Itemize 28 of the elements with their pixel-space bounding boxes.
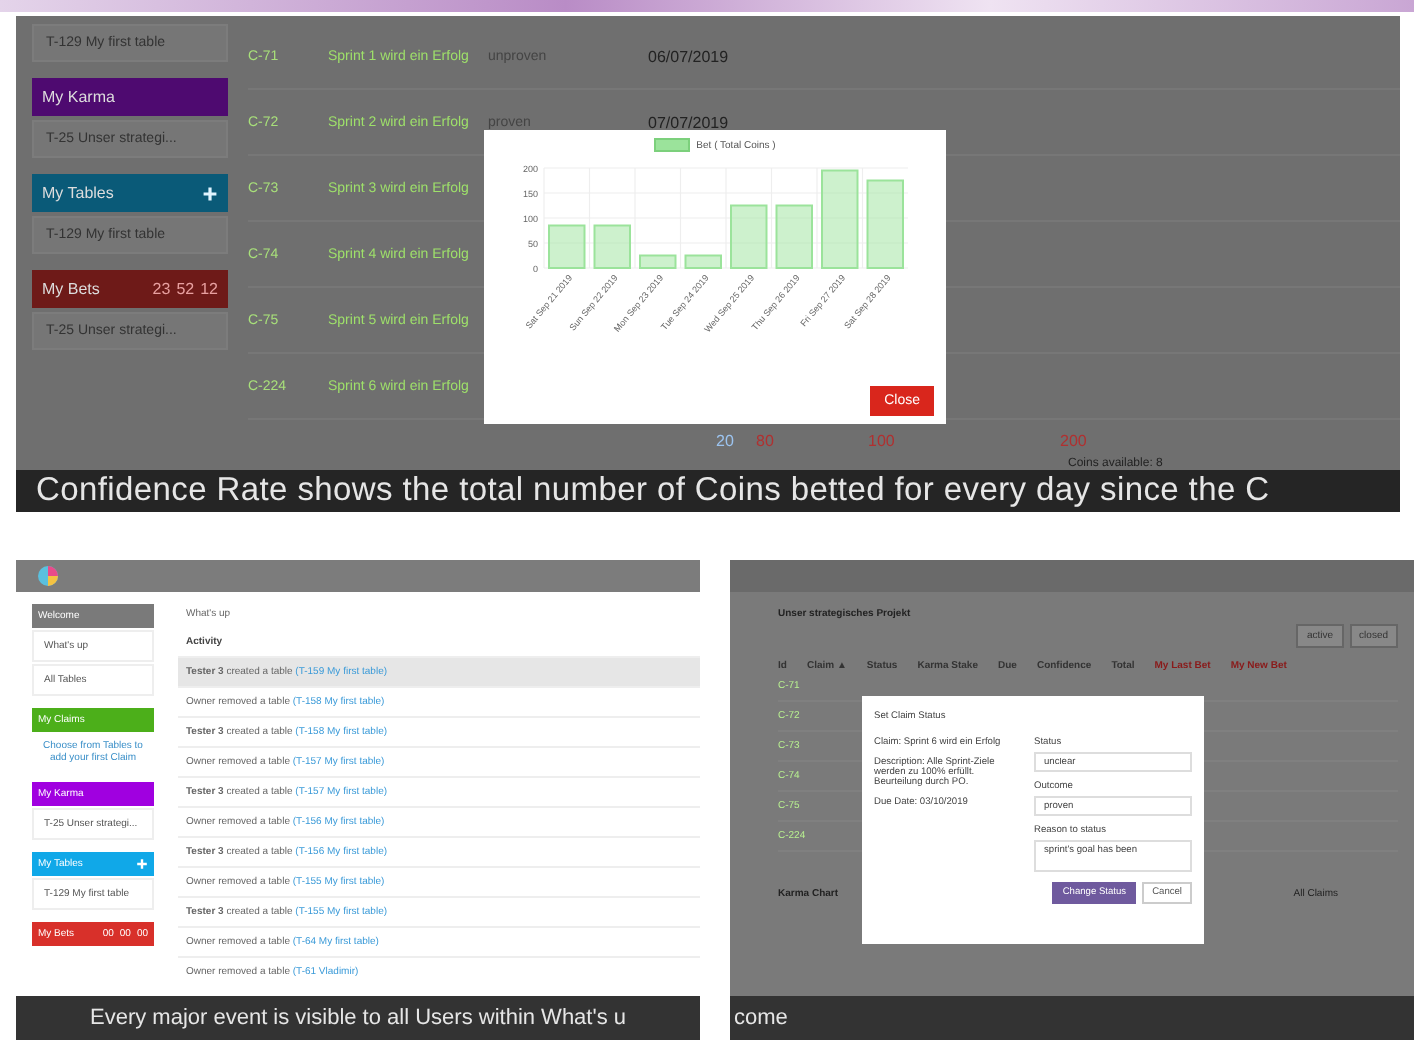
bar — [684, 254, 722, 269]
due-date: 06/07/2019 — [648, 47, 729, 65]
timer-digits: 12 — [200, 280, 218, 298]
bar — [639, 254, 677, 269]
bar — [548, 224, 586, 269]
sidebar-header-label: My Bets — [42, 280, 100, 298]
logo-icon — [36, 564, 60, 588]
caption-text: Confidence Rate shows the total number of Coins betted for every day since the C — [16, 470, 1400, 512]
due-date: 07/07/2019 — [648, 113, 729, 131]
sidebar-header[interactable]: My Tables — [32, 174, 228, 212]
bar — [593, 224, 631, 269]
caption-text: come — [730, 996, 1414, 1040]
caption-text: Every major event is visible to all Users within What's u — [16, 996, 700, 1040]
bar — [775, 204, 813, 269]
sidebar-header[interactable]: My Bets 23 52 12 — [32, 270, 228, 308]
bet-value: 80 — [756, 432, 776, 450]
bar — [730, 204, 768, 269]
timer-digits: 52 — [176, 280, 195, 298]
bet-value: 20 — [716, 432, 736, 450]
sidebar-header-label: My Karma — [42, 88, 115, 106]
plus-icon[interactable] — [202, 185, 218, 201]
sidebar-header[interactable]: My Karma — [32, 78, 228, 116]
bet-value: 100 — [868, 432, 897, 450]
bar — [821, 169, 859, 269]
timer-digits: 23 — [152, 280, 171, 298]
bet-value: 200 — [1060, 432, 1087, 450]
sidebar-header-label: My Tables — [42, 184, 114, 202]
bar — [866, 179, 904, 269]
